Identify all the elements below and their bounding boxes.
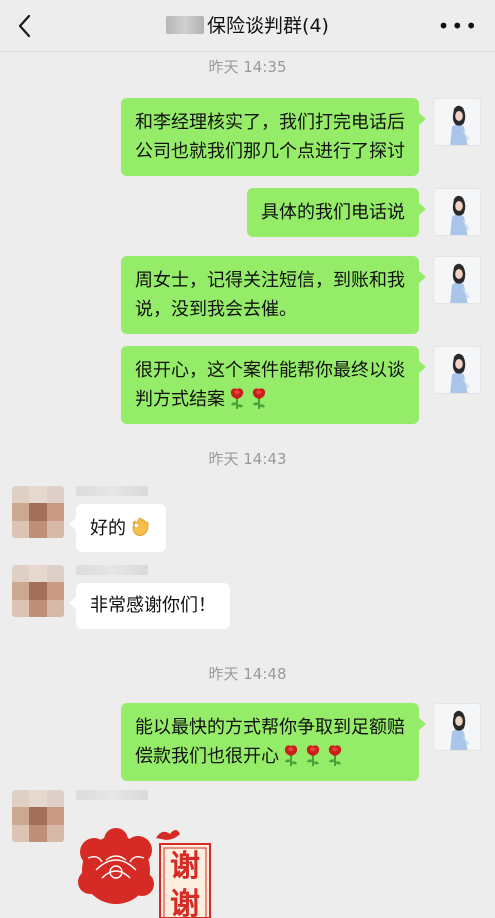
blurred-nickname [76, 790, 148, 800]
message-out: 和李经理核实了，我们打完电话后 公司也就我们那几个点进行了探讨 [121, 98, 481, 176]
user-avatar-icon [434, 704, 480, 750]
message-in: 非常感谢你们！ [12, 565, 230, 629]
message-line: 公司也就我们那几个点进行了探讨 [135, 141, 405, 162]
message-bubble[interactable]: 非常感谢你们！ [69, 583, 230, 629]
message-bubble[interactable]: 很开心，这个案件能帮你最终以谈 判方式结案 [121, 346, 426, 424]
user-avatar-icon [434, 189, 480, 235]
message-out: 周女士，记得关注短信，到账和我 说，没到我会去催。 [121, 256, 481, 334]
user-avatar-icon [434, 347, 480, 393]
thanks-sticker[interactable]: 谢 谢 [76, 810, 216, 918]
timestamp: 昨天 14:48 [208, 665, 287, 683]
message-line: 很开心，这个案件能帮你最终以谈 [135, 360, 405, 381]
timestamp: 昨天 14:43 [208, 450, 287, 468]
timestamp: 昨天 14:35 [208, 58, 287, 76]
message-line: 周女士，记得关注短信，到账和我 [135, 270, 405, 291]
message-bubble[interactable]: 能以最快的方式帮你争取到足额赔 偿款我们也很开心 [121, 703, 426, 781]
avatar-blurred[interactable] [12, 790, 64, 842]
message-line: 偿款我们也很开心 [135, 746, 279, 767]
message-out: 能以最快的方式帮你争取到足额赔 偿款我们也很开心 [121, 703, 481, 781]
message-text: 非常感谢你们！ [90, 595, 216, 616]
message-in: 好的 [12, 486, 166, 552]
rose-emoji [306, 745, 320, 766]
blurred-nickname [76, 486, 148, 496]
rose-emoji [284, 745, 298, 766]
more-dots-icon[interactable]: ••• [438, 16, 479, 36]
avatar[interactable] [433, 98, 481, 146]
message-out: 很开心，这个案件能帮你最终以谈 判方式结案 [121, 346, 481, 424]
chat-header: 保险谈判群(4) ••• [0, 0, 495, 52]
message-line: 判方式结案 [135, 389, 225, 410]
rose-emoji [328, 745, 342, 766]
avatar[interactable] [433, 346, 481, 394]
blurred-title-prefix [166, 16, 205, 34]
avatar[interactable] [433, 256, 481, 304]
ok-hand-emoji [132, 517, 149, 536]
message-bubble[interactable]: 具体的我们电话说 [247, 188, 426, 237]
message-line: 能以最快的方式帮你争取到足额赔 [135, 717, 405, 738]
message-text: 好的 [90, 518, 126, 539]
blurred-nickname [76, 565, 148, 575]
chat-title: 保险谈判群(4) [207, 15, 329, 37]
message-line: 和李经理核实了，我们打完电话后 [135, 112, 405, 133]
avatar[interactable] [433, 703, 481, 751]
sticker-char-1: 谢 [170, 849, 200, 884]
message-line: 具体的我们电话说 [261, 202, 405, 223]
message-out: 具体的我们电话说 [247, 188, 481, 237]
avatar-blurred[interactable] [12, 486, 64, 538]
avatar-blurred[interactable] [12, 565, 64, 617]
message-line: 说，没到我会去催。 [135, 299, 297, 320]
message-bubble[interactable]: 周女士，记得关注短信，到账和我 说，没到我会去催。 [121, 256, 426, 334]
user-avatar-icon [434, 99, 480, 145]
avatar[interactable] [433, 188, 481, 236]
user-avatar-icon [434, 257, 480, 303]
message-bubble[interactable]: 好的 [69, 504, 166, 552]
chat-title-wrap[interactable]: 保险谈判群(4) [0, 13, 495, 39]
rose-emoji [252, 388, 266, 409]
sticker-char-2: 谢 [170, 888, 200, 918]
message-bubble[interactable]: 和李经理核实了，我们打完电话后 公司也就我们那几个点进行了探讨 [121, 98, 426, 176]
rose-emoji [230, 388, 244, 409]
